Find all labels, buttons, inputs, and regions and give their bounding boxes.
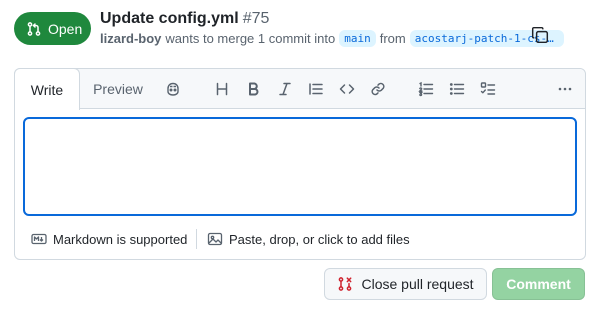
image-icon — [207, 232, 223, 246]
tab-write[interactable]: Write — [14, 68, 80, 110]
attach-files-button[interactable]: Paste, drop, or click to add files — [207, 231, 410, 247]
pr-header: Open Update config.yml #75 lizard-boy wan… — [14, 9, 586, 49]
base-branch[interactable]: main — [339, 30, 376, 47]
heading-icon[interactable] — [212, 79, 232, 99]
attach-label: Paste, drop, or click to add files — [229, 231, 410, 247]
markdown-icon — [31, 233, 47, 245]
more-icon[interactable] — [555, 79, 575, 99]
markdown-label: Markdown is supported — [53, 231, 188, 247]
tab-preview[interactable]: Preview — [85, 69, 151, 109]
git-pull-request-closed-icon — [339, 277, 352, 291]
unordered-list-icon[interactable] — [447, 79, 467, 99]
comment-button[interactable]: Comment — [492, 268, 585, 300]
git-pull-request-icon — [27, 21, 41, 36]
close-pull-request-button[interactable]: Close pull request — [324, 268, 487, 300]
pr-title-text: Update config.yml — [100, 10, 239, 27]
markdown-support-link[interactable]: Markdown is supported — [31, 231, 187, 247]
editor-tabbar: Write Preview — [14, 68, 585, 110]
link-icon[interactable] — [368, 79, 388, 99]
quote-icon[interactable] — [306, 79, 326, 99]
pr-title: Update config.yml #75 — [100, 10, 269, 28]
pr-number: #75 — [242, 10, 270, 27]
footer-divider — [196, 229, 197, 249]
merge-text: wants to merge 1 commit into — [165, 31, 336, 46]
copy-icon[interactable] — [531, 26, 549, 44]
pr-meta: lizard-boy wants to merge 1 commit into … — [100, 30, 564, 47]
close-label: Close pull request — [361, 276, 474, 292]
copilot-icon[interactable] — [163, 79, 183, 99]
code-icon[interactable] — [337, 79, 357, 99]
state-badge: Open — [14, 12, 91, 45]
italic-icon[interactable] — [275, 79, 295, 99]
from-text: from — [379, 31, 406, 46]
ordered-list-icon[interactable] — [416, 79, 436, 99]
task-list-icon[interactable] — [478, 79, 498, 99]
comment-box: Write Preview Markdown is supported Past… — [14, 68, 586, 260]
author-link[interactable]: lizard-boy — [100, 31, 161, 46]
state-label: Open — [48, 20, 83, 37]
comment-textarea[interactable] — [23, 117, 577, 216]
bold-icon[interactable] — [244, 79, 264, 99]
